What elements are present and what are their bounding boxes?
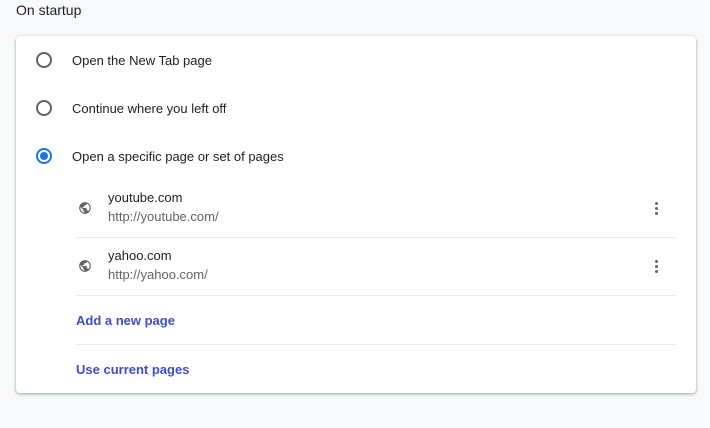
radio-button-new-tab[interactable] (36, 52, 52, 68)
startup-page-entry: youtube.com http://youtube.com/ (76, 180, 676, 238)
radio-label-specific-pages: Open a specific page or set of pages (72, 148, 284, 164)
startup-page-entry: yahoo.com http://yahoo.com/ (76, 238, 676, 296)
site-name: yahoo.com (108, 248, 172, 263)
radio-label-continue: Continue where you left off (72, 100, 227, 116)
globe-icon (79, 260, 91, 272)
radio-option-specific-pages[interactable]: Open a specific page or set of pages (16, 132, 696, 180)
radio-option-new-tab[interactable]: Open the New Tab page (16, 36, 696, 84)
more-actions-button[interactable] (642, 194, 670, 222)
radio-label-new-tab: Open the New Tab page (72, 52, 212, 68)
startup-settings-card: Open the New Tab page Continue where you… (16, 36, 696, 393)
more-vert-icon (654, 259, 658, 263)
radio-button-specific-pages[interactable] (36, 148, 52, 164)
use-current-row: Use current pages (76, 345, 676, 393)
add-page-row: Add a new page (76, 296, 676, 345)
radio-button-continue[interactable] (36, 100, 52, 116)
use-current-pages-link[interactable]: Use current pages (76, 362, 189, 377)
globe-icon (79, 202, 91, 214)
more-vert-icon (654, 201, 658, 205)
radio-option-continue[interactable]: Continue where you left off (16, 84, 696, 132)
section-title: On startup (16, 2, 82, 18)
site-url: http://yahoo.com/ (108, 267, 208, 282)
add-new-page-link[interactable]: Add a new page (76, 313, 175, 328)
site-name: youtube.com (108, 190, 183, 205)
more-actions-button[interactable] (642, 252, 670, 280)
site-url: http://youtube.com/ (108, 209, 219, 224)
